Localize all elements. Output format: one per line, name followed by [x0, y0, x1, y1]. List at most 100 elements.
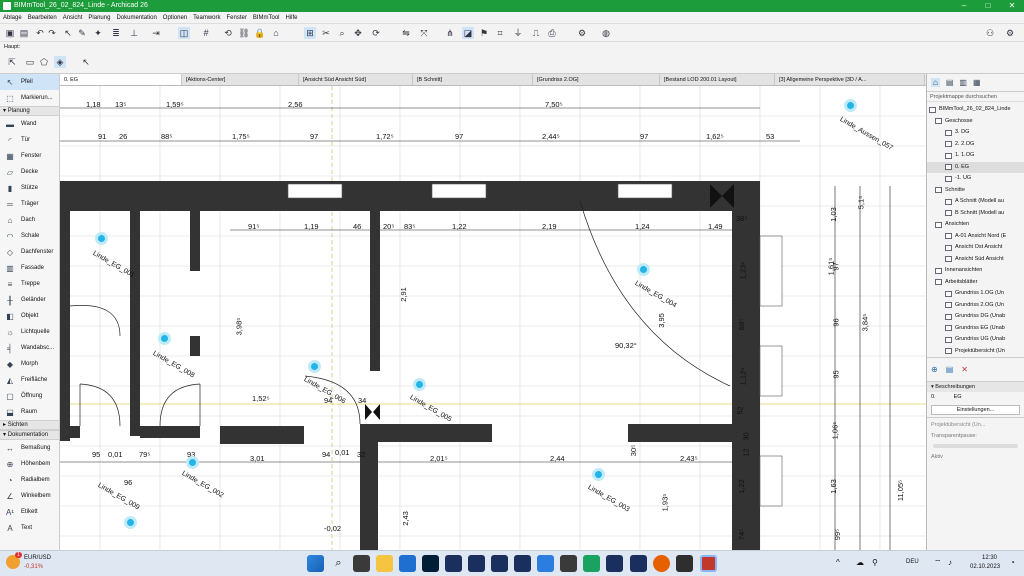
- menu-bearbeiten[interactable]: Bearbeiten: [25, 12, 60, 24]
- delete-icon[interactable]: ✕: [961, 365, 968, 374]
- polygon-select-icon[interactable]: ⬠: [38, 56, 50, 68]
- windows-start-icon[interactable]: [307, 555, 324, 572]
- tree-item-worksheet[interactable]: Projektübersicht (Un: [927, 346, 1024, 358]
- scissors-icon[interactable]: ✂: [320, 27, 332, 39]
- print-icon[interactable]: ⎙: [546, 27, 558, 39]
- move-icon[interactable]: ⤧: [418, 27, 430, 39]
- selection-icon[interactable]: ◪: [462, 27, 474, 39]
- tool-radialbem[interactable]: ◔ Radialbem: [0, 472, 59, 488]
- publisher-icon[interactable]: ▦: [973, 78, 981, 87]
- tab-bestand-layout[interactable]: [Bestand LOD 200.01 Layout]: [660, 74, 775, 85]
- menu-teamwork[interactable]: Teamwork: [190, 12, 223, 24]
- menu-ablage[interactable]: Ablage: [0, 12, 25, 24]
- tool-hoehenbem[interactable]: ⊕ Höhenbem: [0, 456, 59, 472]
- tool-wand[interactable]: ▬ Wand: [0, 116, 59, 132]
- tool-fassade[interactable]: ▥ Fassade: [0, 260, 59, 276]
- tree-item-worksheet[interactable]: Grundriss 1.OG (Un: [927, 288, 1024, 300]
- tree-item-project[interactable]: BIMmTool_26_02_824_Linde: [927, 104, 1024, 116]
- maximize-button[interactable]: □: [976, 0, 1000, 12]
- tool-dachfenster[interactable]: ◇ Dachfenster: [0, 244, 59, 260]
- tool-schale[interactable]: ◠ Schale: [0, 228, 59, 244]
- tool-decke[interactable]: ▱ Decke: [0, 164, 59, 180]
- active-app-icon[interactable]: [700, 555, 717, 572]
- archicad-app-icon[interactable]: [514, 555, 531, 572]
- floor-plan-canvas[interactable]: 1,18 13⁵ 1,59⁵ 2,56 7,50⁵ 91 26 88⁵ 1,75…: [60, 86, 926, 550]
- zone-marker-icon[interactable]: [413, 378, 426, 391]
- tool-etikett[interactable]: A¹ Etikett: [0, 504, 59, 520]
- tree-item-elevation[interactable]: A-01 Ansicht Nord (E: [927, 231, 1024, 243]
- magic-wand-icon[interactable]: ✦: [92, 27, 104, 39]
- file-explorer-icon[interactable]: [376, 555, 393, 572]
- minimize-button[interactable]: –: [952, 0, 976, 12]
- tool-traeger[interactable]: ═ Träger: [0, 196, 59, 212]
- rotated-select-icon[interactable]: ◈: [54, 56, 66, 68]
- tool-oeffnung[interactable]: ▢ Öffnung: [0, 388, 59, 404]
- link-icon[interactable]: ⛓: [238, 27, 250, 39]
- user-icon[interactable]: ⚇: [984, 27, 996, 39]
- zone-marker-icon[interactable]: [637, 263, 650, 276]
- tool-bemassung[interactable]: ↔ Bemaßung: [0, 440, 59, 456]
- transparency-slider[interactable]: [933, 444, 1018, 448]
- zone-marker-icon[interactable]: [592, 468, 605, 481]
- menu-hilfe[interactable]: Hilfe: [283, 12, 301, 24]
- menu-fenster[interactable]: Fenster: [224, 12, 250, 24]
- redo-icon[interactable]: ↷: [46, 27, 58, 39]
- network-icon[interactable]: ⚲: [872, 558, 878, 567]
- terminal-icon[interactable]: [676, 555, 693, 572]
- zone-marker-icon[interactable]: [308, 360, 321, 373]
- zone-marker-icon[interactable]: [186, 456, 199, 469]
- tree-item-worksheet[interactable]: Grundriss EG (Unab: [927, 323, 1024, 335]
- tool-dach[interactable]: ⌂ Dach: [0, 212, 59, 228]
- menu-ansicht[interactable]: Ansicht: [60, 12, 86, 24]
- tree-item-worksheet[interactable]: Grundriss DG (Unab: [927, 311, 1024, 323]
- pointer-tool-icon[interactable]: ↖: [62, 27, 74, 39]
- tool-raum[interactable]: ⬓ Raum: [0, 404, 59, 420]
- selection-method-icon[interactable]: ⇱: [6, 56, 18, 68]
- edge-icon[interactable]: [583, 555, 600, 572]
- layers-icon[interactable]: ≣: [110, 27, 122, 39]
- firefox-icon[interactable]: [653, 555, 670, 572]
- tree-item-section[interactable]: B Schnitt (Modell au: [927, 208, 1024, 220]
- tree-item-ansichten[interactable]: Ansichten: [927, 219, 1024, 231]
- tab-b-schnitt[interactable]: [B Schnitt]: [413, 74, 533, 85]
- tab-aktions-center[interactable]: [Aktions-Center]: [182, 74, 299, 85]
- tree-item-story[interactable]: 1. 1.OG: [927, 150, 1024, 162]
- zone-marker-icon[interactable]: [95, 232, 108, 245]
- wifi-icon[interactable]: ⌔: [934, 558, 942, 568]
- zone-marker-icon[interactable]: [844, 99, 857, 112]
- tab-ansicht-sued[interactable]: [Ansicht Süd Ansicht Süd]: [299, 74, 413, 85]
- flag-icon[interactable]: ⚑: [478, 27, 490, 39]
- task-view-icon[interactable]: [353, 555, 370, 572]
- tool-treppe[interactable]: ≡ Treppe: [0, 276, 59, 292]
- tab-0-eg[interactable]: 0. EG: [60, 74, 182, 85]
- mirror-icon[interactable]: ⇋: [400, 27, 412, 39]
- tool-tuer[interactable]: ◜ Tür: [0, 132, 59, 148]
- section-planung[interactable]: ▾ Planung: [0, 106, 59, 116]
- tool-objekt[interactable]: ◧ Objekt: [0, 308, 59, 324]
- beschreibungen-header[interactable]: ▾ Beschreibungen: [927, 381, 1024, 392]
- notification-bell-icon[interactable]: ◔: [1010, 558, 1015, 567]
- elevation-icon[interactable]: ⏚: [512, 27, 524, 39]
- section-dokumentation[interactable]: ▾ Dokumentation: [0, 430, 59, 440]
- clock-date[interactable]: 02.10.2023: [970, 564, 1000, 570]
- tree-item-section[interactable]: A Schnitt (Modell au: [927, 196, 1024, 208]
- story-number-field[interactable]: 0.: [931, 394, 936, 401]
- close-button[interactable]: ✕: [1000, 0, 1024, 12]
- distribute-icon[interactable]: ⇥: [150, 27, 162, 39]
- zone-marker-icon[interactable]: [158, 332, 171, 345]
- tab-grundriss-2og[interactable]: [Grundriss 2.OG]: [533, 74, 660, 85]
- tool-morph[interactable]: ◆ Morph: [0, 356, 59, 372]
- tree-item-story[interactable]: 2. 2.OG: [927, 139, 1024, 151]
- teamwork-icon[interactable]: ⚙: [576, 27, 588, 39]
- tool-gelaender[interactable]: ╫ Geländer: [0, 292, 59, 308]
- menu-planung[interactable]: Planung: [85, 12, 113, 24]
- word-icon[interactable]: [537, 555, 554, 572]
- properties-icon[interactable]: ▤: [946, 365, 954, 374]
- lock-icon[interactable]: 🔒: [254, 27, 266, 39]
- tab-3d-perspektive[interactable]: [3] Allgemeine Perspektive [3D / A...: [775, 74, 925, 85]
- tool-pfeil[interactable]: ↖ Pfeil: [0, 74, 59, 90]
- tool-wandabschluss[interactable]: ╡ Wandabsc...: [0, 340, 59, 356]
- onedrive-icon[interactable]: ☁: [856, 558, 864, 567]
- gravity-icon[interactable]: ⊞: [304, 27, 316, 39]
- photoshop-icon[interactable]: [422, 555, 439, 572]
